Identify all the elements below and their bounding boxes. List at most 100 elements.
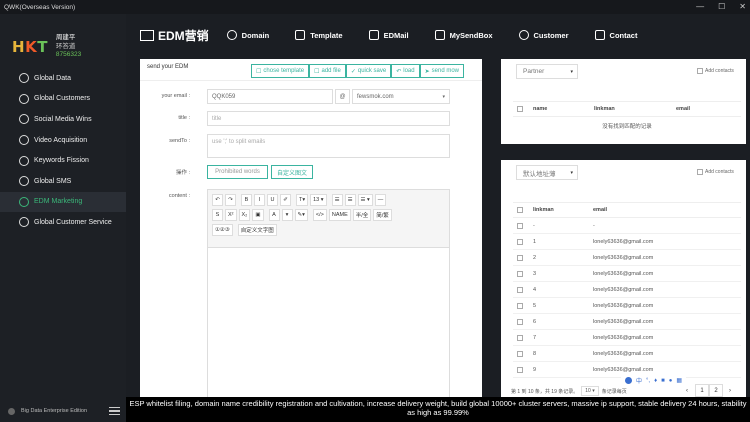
row-checkbox[interactable] [517, 254, 523, 261]
editor-tool-2[interactable]: X₂ [238, 209, 251, 221]
table-row[interactable]: 5 lonely63636@gmail.com [513, 298, 741, 314]
table-row[interactable]: 7 lonely63636@gmail.com [513, 330, 741, 346]
row-email: lonely63636@gmail.com [593, 270, 654, 277]
load-button[interactable]: ↶ load [391, 64, 420, 78]
select-all-checkbox[interactable] [517, 106, 523, 112]
table-row[interactable]: 3 lonely63636@gmail.com [513, 266, 741, 282]
table-row[interactable]: 8 lonely63636@gmail.com [513, 346, 741, 362]
page-2-button[interactable]: 2 [709, 384, 723, 397]
table-row[interactable]: 2 lonely63636@gmail.com [513, 250, 741, 266]
nav-mysendbox[interactable]: MySendBox [434, 30, 493, 40]
edm-logo[interactable]: EDM营销 [140, 27, 209, 44]
row-checkbox[interactable] [517, 350, 523, 357]
title-label: title : [178, 115, 190, 121]
minimize-button[interactable]: — [696, 0, 704, 14]
ime-punct-icon[interactable]: °, [646, 378, 650, 384]
microphone-icon[interactable]: ♦ [654, 378, 657, 384]
editor-tool-8[interactable]: NAME [328, 209, 351, 221]
editor-tool-2[interactable]: B [241, 194, 252, 206]
editor-tool-3[interactable]: I [254, 194, 265, 206]
row-checkbox[interactable] [517, 334, 523, 341]
editor-tool-5[interactable]: ▾ [281, 209, 293, 221]
page-size-select[interactable]: 10 ▾ [581, 386, 599, 396]
sidebar-footer: Big Data Enterprise Edition [0, 400, 126, 422]
addressbook-select[interactable]: 默认地址薄 ▾ [516, 165, 578, 180]
next-page-button[interactable]: › [723, 384, 737, 397]
sidebar-item-edm-marketing[interactable]: EDM Marketing [0, 191, 126, 213]
skin-icon[interactable]: ■ [661, 378, 665, 384]
user-icon[interactable]: ● [669, 378, 673, 384]
editor-tool-11[interactable]: — [374, 194, 387, 206]
ime-mode[interactable]: 中 [636, 376, 642, 385]
editor-tool-0[interactable]: ①②③ [212, 224, 233, 236]
editor-tool-5[interactable]: ✐ [280, 194, 291, 206]
title-input[interactable]: title [207, 111, 450, 126]
sidebar-item-video-acquisition[interactable]: Video Acquisition [0, 130, 126, 151]
editor-tool-9[interactable]: 半/全 [352, 209, 372, 221]
nav-template[interactable]: Template [295, 30, 343, 40]
sendto-textarea[interactable]: use ';' to split emails [207, 134, 450, 158]
nav-domain[interactable]: Domain [226, 30, 269, 40]
table-row[interactable]: 1 lonely63636@gmail.com [513, 234, 741, 250]
nav-customer[interactable]: Customer [518, 30, 569, 40]
row-linkman: 8 [533, 350, 537, 357]
table-row[interactable]: 4 lonely63636@gmail.com [513, 282, 741, 298]
editor-tool-0[interactable]: ↶ [212, 194, 223, 206]
row-checkbox[interactable] [517, 286, 523, 293]
editor-tool-7[interactable]: </> [312, 209, 327, 221]
select-all-checkbox[interactable] [517, 207, 523, 213]
editor-tool-7[interactable]: 13 ▾ [310, 194, 327, 206]
email-domain-select[interactable]: fewsmok.com ▾ [352, 89, 450, 104]
sidebar-item-global-data[interactable]: Global Data [0, 68, 126, 89]
table-row[interactable]: -- [513, 218, 741, 234]
row-checkbox[interactable] [517, 318, 523, 325]
editor-tool-6[interactable]: ✎▾ [294, 209, 308, 221]
empty-message: 没有找到匹配的记录 [602, 124, 652, 130]
maximize-button[interactable]: ☐ [718, 0, 725, 14]
menu-icon[interactable] [109, 407, 120, 417]
row-email: lonely63636@gmail.com [593, 238, 654, 245]
table-row[interactable]: 6 lonely63636@gmail.com [513, 314, 741, 330]
editor-tool-10[interactable]: 简/繁 [373, 209, 392, 221]
quick-save-button[interactable]: ✓ quick save [345, 64, 392, 78]
row-checkbox[interactable] [517, 270, 523, 277]
editor-tool-1[interactable]: ↷ [225, 194, 236, 206]
add-file-button[interactable]: ☐ add file [309, 64, 346, 78]
chose-template-button[interactable]: ☐ chose template [251, 64, 310, 78]
sidebar-item-global-sms[interactable]: Global SMS [0, 171, 126, 192]
sidebar-item-keywords-fission[interactable]: Keywords Fission [0, 150, 126, 171]
add-contacts-button[interactable]: Add contacts [697, 169, 734, 175]
editor-tool-0[interactable]: S [212, 209, 223, 221]
email-input[interactable]: QQK059 [207, 89, 333, 104]
editor-tool-6[interactable]: T▾ [296, 194, 309, 206]
row-checkbox[interactable] [517, 222, 523, 229]
editor-tool-4[interactable]: A [268, 209, 280, 221]
attach-icon: ☐ [314, 68, 320, 75]
nav-contact[interactable]: Contact [594, 30, 637, 40]
editor-tool-4[interactable]: U [267, 194, 278, 206]
custom-graphic-button[interactable]: 自定义图文 [271, 165, 313, 179]
editor-tool-1[interactable]: 自定义文字图 [237, 224, 277, 236]
editor-tool-3[interactable]: ▣ [252, 209, 264, 221]
grid-icon[interactable]: ▦ [676, 377, 682, 384]
send-button[interactable]: ➤ send mow [419, 64, 464, 78]
row-checkbox[interactable] [517, 366, 523, 373]
sidebar-item-global-customer-service[interactable]: Global Customer Service [0, 212, 126, 233]
rich-text-editor[interactable]: ↶ ↷ B I U ✐ T▾ 13 ▾ ☰ ☰ ☰ ▾ — S X² X₂ ▣ A ▾ ✎▾ </> NAME 半/全简… [207, 189, 450, 404]
editor-tool-1[interactable]: X² [225, 209, 237, 221]
close-button[interactable]: ✕ [739, 0, 746, 14]
partner-select[interactable]: Partner ▾ [516, 64, 578, 79]
sidebar-item-social-media-wins[interactable]: Social Media Wins [0, 109, 126, 130]
promo-banner: ESP whitelist filing, domain name credib… [126, 397, 750, 422]
nav-edmail[interactable]: EDMail [368, 30, 409, 40]
editor-tool-10[interactable]: ☰ ▾ [357, 194, 373, 206]
sidebar-item-global-customers[interactable]: Global Customers [0, 89, 126, 110]
add-contacts-partner[interactable]: Add contacts [697, 68, 734, 74]
editor-tool-9[interactable]: ☰ [344, 194, 356, 206]
editor-tool-8[interactable]: ☰ [331, 194, 343, 206]
row-checkbox[interactable] [517, 302, 523, 309]
prohibited-words-button[interactable]: Prohibited words [207, 165, 268, 179]
page-1-button[interactable]: 1 [695, 384, 709, 397]
ime-toolbar[interactable]: 中 °, ♦ ■ ● ▦ [621, 374, 687, 387]
row-checkbox[interactable] [517, 238, 523, 245]
